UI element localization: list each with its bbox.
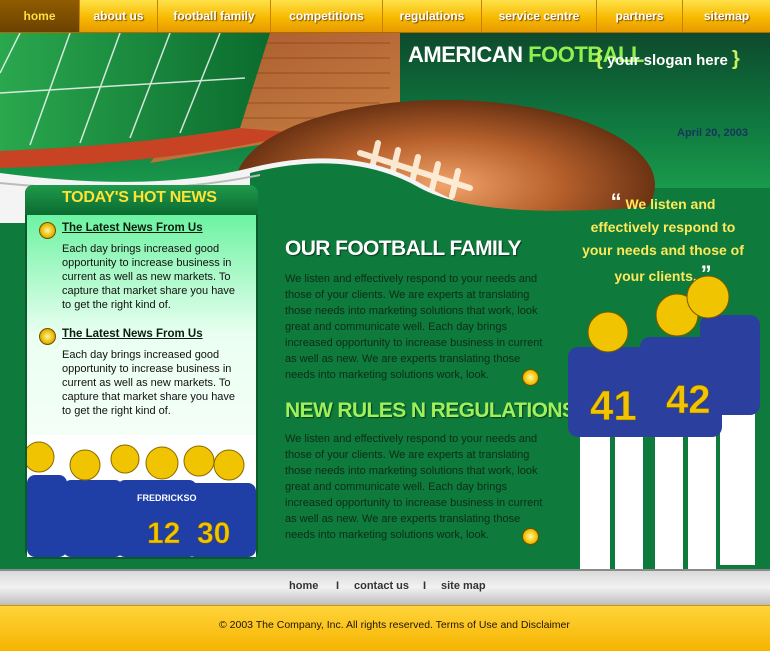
nav-regulations[interactable]: regulations [383,0,482,32]
jersey-number-41: 41 [590,382,637,429]
nav-sitemap[interactable]: sitemap [683,0,770,32]
read-more-arrow-icon[interactable] [522,369,539,386]
slogan-brace-open: { [595,48,603,70]
footer-separator: I [336,580,340,592]
quote-block: “ We listen and effectively respond to y… [578,190,748,288]
copyright-text: © 2003 The Company, Inc. All rights rese… [219,619,570,631]
news-text-1: Each day brings increased good opportuni… [62,243,236,311]
news-link-1[interactable]: The Latest News From Us [62,222,203,234]
hot-news-title: TODAY'S HOT NEWS [62,189,217,206]
football-family-text: We listen and effectively respond to you… [285,273,543,381]
slogan-text: your slogan here [606,52,728,69]
footer-link-home[interactable]: home [289,580,318,592]
news-link-2[interactable]: The Latest News From Us [62,328,203,340]
quote-open-mark: “ [610,189,622,214]
players-huddle-image: FREDRICKSO 12 30 [27,435,256,557]
site-slogan: { your slogan here } [595,48,740,71]
nav-competitions[interactable]: competitions [271,0,383,32]
jersey-name-text: FREDRICKSO [137,493,197,503]
nav-partners[interactable]: partners [597,0,683,32]
footer-link-contact-us[interactable]: contact us [354,580,409,592]
read-more-arrow-icon[interactable] [522,528,539,545]
nav-about-us[interactable]: about us [80,0,158,32]
nav-service-centre[interactable]: service centre [482,0,597,32]
rules-title: NEW RULES N REGULATIONS [285,399,576,422]
news-bullet-icon [39,328,56,345]
players-back-image: 41 42 [568,275,760,570]
quote-text: We listen and effectively respond to you… [582,196,744,284]
footer-link-site-map[interactable]: site map [441,580,486,592]
rules-text: We listen and effectively respond to you… [285,433,543,541]
slogan-brace-close: } [732,48,740,70]
jersey-number-30: 30 [197,517,230,550]
news-bullet-icon [39,222,56,239]
football-family-title: OUR FOOTBALL FAMILY [285,237,522,260]
brand-text-american: AMERICAN [408,42,529,67]
nav-home[interactable]: home [0,0,80,32]
top-navigation: home about us football family competitio… [0,0,770,33]
header-date: April 20, 2003 [677,127,748,139]
news-text-2: Each day brings increased good opportuni… [62,349,236,417]
jersey-number-42: 42 [666,378,711,422]
nav-football-family[interactable]: football family [158,0,271,32]
jersey-number-12: 12 [147,517,180,550]
footer-separator: I [423,580,427,592]
